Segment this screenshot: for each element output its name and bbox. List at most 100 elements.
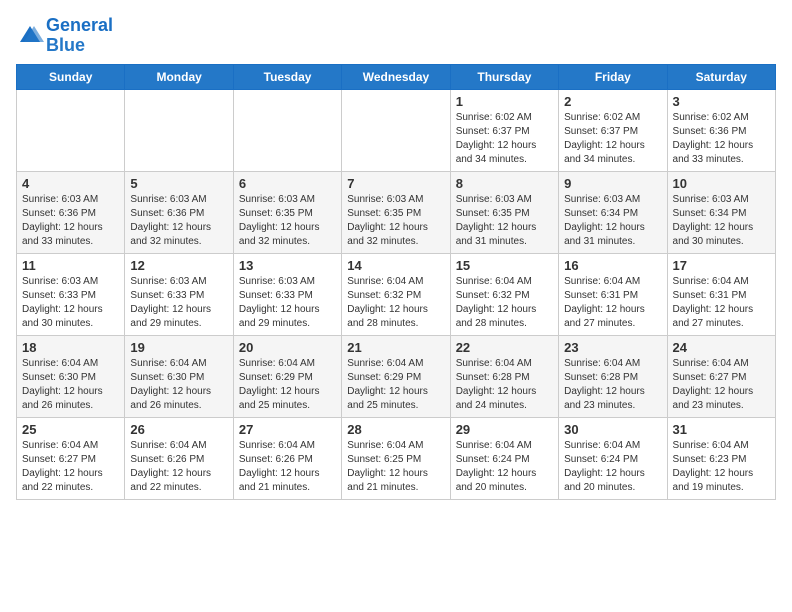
day-info: Sunrise: 6:03 AM Sunset: 6:34 PM Dayligh… bbox=[673, 193, 770, 249]
logo-text: General Blue bbox=[46, 16, 113, 56]
day-info: Sunrise: 6:03 AM Sunset: 6:36 PM Dayligh… bbox=[22, 193, 119, 249]
day-number: 13 bbox=[239, 258, 336, 273]
day-info: Sunrise: 6:03 AM Sunset: 6:33 PM Dayligh… bbox=[239, 275, 336, 331]
calendar-header: SundayMondayTuesdayWednesdayThursdayFrid… bbox=[17, 64, 776, 89]
calendar-cell: 2Sunrise: 6:02 AM Sunset: 6:37 PM Daylig… bbox=[559, 89, 667, 171]
day-number: 3 bbox=[673, 94, 770, 109]
day-info: Sunrise: 6:03 AM Sunset: 6:35 PM Dayligh… bbox=[239, 193, 336, 249]
day-number: 28 bbox=[347, 422, 444, 437]
page-header: General Blue bbox=[16, 16, 776, 56]
calendar-cell bbox=[233, 89, 341, 171]
calendar-cell: 26 Sunrise: 6:04 AM Sunset: 6:26 PM Dayli… bbox=[125, 417, 233, 499]
calendar-cell: 25Sunrise: 6:04 AM Sunset: 6:27 PM Dayli… bbox=[17, 417, 125, 499]
calendar-cell: 5 Sunrise: 6:03 AM Sunset: 6:36 PM Daylig… bbox=[125, 171, 233, 253]
calendar-cell: 9 Sunrise: 6:03 AM Sunset: 6:34 PM Daylig… bbox=[559, 171, 667, 253]
day-info: Sunrise: 6:04 AM Sunset: 6:28 PM Dayligh… bbox=[564, 357, 661, 413]
calendar-cell: 30 Sunrise: 6:04 AM Sunset: 6:24 PM Dayli… bbox=[559, 417, 667, 499]
calendar-cell: 18Sunrise: 6:04 AM Sunset: 6:30 PM Dayli… bbox=[17, 335, 125, 417]
day-number: 5 bbox=[130, 176, 227, 191]
day-info: Sunrise: 6:04 AM Sunset: 6:27 PM Dayligh… bbox=[673, 357, 770, 413]
day-number: 8 bbox=[456, 176, 553, 191]
calendar-cell: 19 Sunrise: 6:04 AM Sunset: 6:30 PM Dayli… bbox=[125, 335, 233, 417]
calendar-cell: 13 Sunrise: 6:03 AM Sunset: 6:33 PM Dayli… bbox=[233, 253, 341, 335]
calendar-cell: 15 Sunrise: 6:04 AM Sunset: 6:32 PM Dayli… bbox=[450, 253, 558, 335]
calendar-table: SundayMondayTuesdayWednesdayThursdayFrid… bbox=[16, 64, 776, 500]
day-number: 15 bbox=[456, 258, 553, 273]
calendar-week-5: 25Sunrise: 6:04 AM Sunset: 6:27 PM Dayli… bbox=[17, 417, 776, 499]
day-info: Sunrise: 6:02 AM Sunset: 6:37 PM Dayligh… bbox=[456, 111, 553, 167]
calendar-cell: 24 Sunrise: 6:04 AM Sunset: 6:27 PM Dayli… bbox=[667, 335, 775, 417]
calendar-cell: 22 Sunrise: 6:04 AM Sunset: 6:28 PM Dayli… bbox=[450, 335, 558, 417]
day-info: Sunrise: 6:04 AM Sunset: 6:29 PM Dayligh… bbox=[347, 357, 444, 413]
day-info: Sunrise: 6:04 AM Sunset: 6:30 PM Dayligh… bbox=[130, 357, 227, 413]
day-number: 19 bbox=[130, 340, 227, 355]
calendar-cell: 16 Sunrise: 6:04 AM Sunset: 6:31 PM Dayli… bbox=[559, 253, 667, 335]
day-header-wednesday: Wednesday bbox=[342, 64, 450, 89]
calendar-cell: 3 Sunrise: 6:02 AM Sunset: 6:36 PM Daylig… bbox=[667, 89, 775, 171]
calendar-cell bbox=[342, 89, 450, 171]
day-number: 1 bbox=[456, 94, 553, 109]
day-header-thursday: Thursday bbox=[450, 64, 558, 89]
calendar-week-3: 11 Sunrise: 6:03 AM Sunset: 6:33 PM Dayli… bbox=[17, 253, 776, 335]
day-number: 10 bbox=[673, 176, 770, 191]
day-number: 4 bbox=[22, 176, 119, 191]
calendar-cell: 20Sunrise: 6:04 AM Sunset: 6:29 PM Dayli… bbox=[233, 335, 341, 417]
day-info: Sunrise: 6:04 AM Sunset: 6:24 PM Dayligh… bbox=[564, 439, 661, 495]
day-number: 2 bbox=[564, 94, 661, 109]
calendar-cell: 8 Sunrise: 6:03 AM Sunset: 6:35 PM Daylig… bbox=[450, 171, 558, 253]
calendar-cell: 10 Sunrise: 6:03 AM Sunset: 6:34 PM Dayli… bbox=[667, 171, 775, 253]
logo-icon bbox=[16, 22, 44, 50]
calendar-cell bbox=[17, 89, 125, 171]
day-header-monday: Monday bbox=[125, 64, 233, 89]
day-number: 7 bbox=[347, 176, 444, 191]
day-info: Sunrise: 6:04 AM Sunset: 6:25 PM Dayligh… bbox=[347, 439, 444, 495]
day-number: 27 bbox=[239, 422, 336, 437]
day-info: Sunrise: 6:04 AM Sunset: 6:26 PM Dayligh… bbox=[239, 439, 336, 495]
day-number: 26 bbox=[130, 422, 227, 437]
day-number: 6 bbox=[239, 176, 336, 191]
calendar-cell: 14 Sunrise: 6:04 AM Sunset: 6:32 PM Dayli… bbox=[342, 253, 450, 335]
calendar-cell: 17Sunrise: 6:04 AM Sunset: 6:31 PM Dayli… bbox=[667, 253, 775, 335]
day-info: Sunrise: 6:04 AM Sunset: 6:32 PM Dayligh… bbox=[347, 275, 444, 331]
calendar-week-4: 18 Sunrise: 6:04 AM Sunset: 6:30 PM Dayli… bbox=[17, 335, 776, 417]
day-number: 29 bbox=[456, 422, 553, 437]
day-number: 11 bbox=[22, 258, 119, 273]
calendar-cell: 23 Sunrise: 6:04 AM Sunset: 6:28 PM Dayli… bbox=[559, 335, 667, 417]
calendar-cell: 31Sunrise: 6:04 AM Sunset: 6:23 PM Dayli… bbox=[667, 417, 775, 499]
day-number: 31 bbox=[673, 422, 770, 437]
day-number: 21 bbox=[347, 340, 444, 355]
day-info: Sunrise: 6:03 AM Sunset: 6:33 PM Dayligh… bbox=[22, 275, 119, 331]
day-number: 18 bbox=[22, 340, 119, 355]
day-info: Sunrise: 6:04 AM Sunset: 6:26 PM Dayligh… bbox=[130, 439, 227, 495]
calendar-cell bbox=[125, 89, 233, 171]
day-info: Sunrise: 6:03 AM Sunset: 6:36 PM Dayligh… bbox=[130, 193, 227, 249]
calendar-cell: 27 Sunrise: 6:04 AM Sunset: 6:26 PM Dayli… bbox=[233, 417, 341, 499]
day-number: 9 bbox=[564, 176, 661, 191]
day-info: Sunrise: 6:04 AM Sunset: 6:32 PM Dayligh… bbox=[456, 275, 553, 331]
calendar-week-1: 1 Sunrise: 6:02 AM Sunset: 6:37 PM Daylig… bbox=[17, 89, 776, 171]
day-number: 14 bbox=[347, 258, 444, 273]
calendar-cell: 4 Sunrise: 6:03 AM Sunset: 6:36 PM Daylig… bbox=[17, 171, 125, 253]
calendar-week-2: 4 Sunrise: 6:03 AM Sunset: 6:36 PM Daylig… bbox=[17, 171, 776, 253]
day-info: Sunrise: 6:03 AM Sunset: 6:35 PM Dayligh… bbox=[456, 193, 553, 249]
day-number: 24 bbox=[673, 340, 770, 355]
day-info: Sunrise: 6:03 AM Sunset: 6:35 PM Dayligh… bbox=[347, 193, 444, 249]
day-number: 12 bbox=[130, 258, 227, 273]
day-number: 20 bbox=[239, 340, 336, 355]
day-number: 30 bbox=[564, 422, 661, 437]
day-info: Sunrise: 6:03 AM Sunset: 6:34 PM Dayligh… bbox=[564, 193, 661, 249]
day-number: 22 bbox=[456, 340, 553, 355]
day-info: Sunrise: 6:04 AM Sunset: 6:31 PM Dayligh… bbox=[564, 275, 661, 331]
calendar-cell: 28 Sunrise: 6:04 AM Sunset: 6:25 PM Dayli… bbox=[342, 417, 450, 499]
calendar-cell: 6 Sunrise: 6:03 AM Sunset: 6:35 PM Daylig… bbox=[233, 171, 341, 253]
day-header-sunday: Sunday bbox=[17, 64, 125, 89]
day-number: 23 bbox=[564, 340, 661, 355]
day-info: Sunrise: 6:02 AM Sunset: 6:36 PM Dayligh… bbox=[673, 111, 770, 167]
day-header-tuesday: Tuesday bbox=[233, 64, 341, 89]
logo: General Blue bbox=[16, 16, 113, 56]
day-number: 16 bbox=[564, 258, 661, 273]
calendar-cell: 12Sunrise: 6:03 AM Sunset: 6:33 PM Dayli… bbox=[125, 253, 233, 335]
day-header-friday: Friday bbox=[559, 64, 667, 89]
day-info: Sunrise: 6:04 AM Sunset: 6:28 PM Dayligh… bbox=[456, 357, 553, 413]
calendar-cell: 11 Sunrise: 6:03 AM Sunset: 6:33 PM Dayli… bbox=[17, 253, 125, 335]
